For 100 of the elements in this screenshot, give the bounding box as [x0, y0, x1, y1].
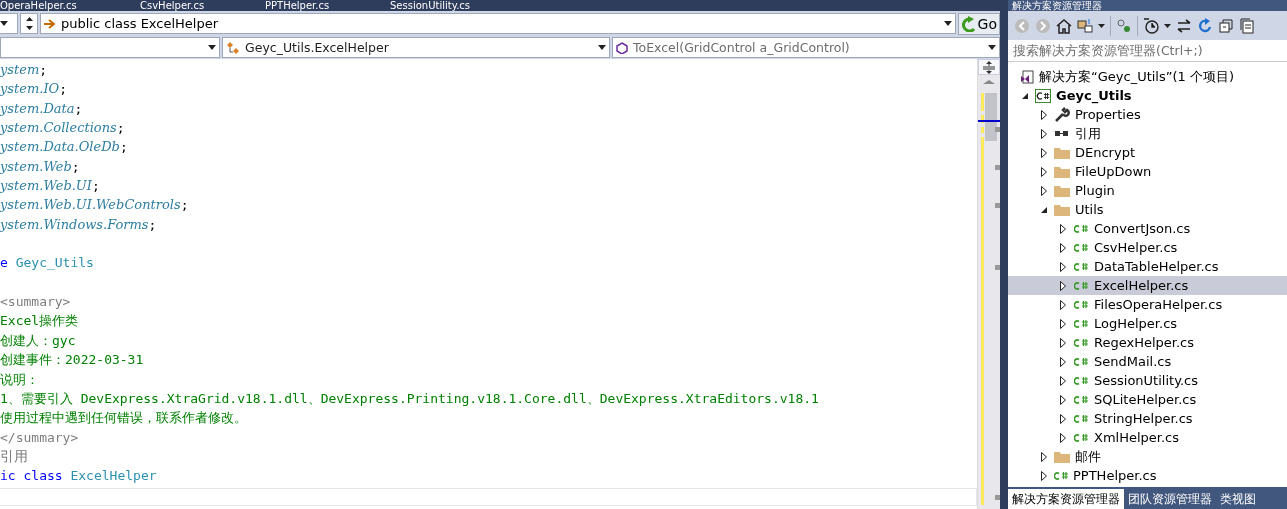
dropdown[interactable]: [0, 13, 18, 34]
collapse-all-icon[interactable]: [1218, 17, 1234, 34]
tree-item[interactable]: Geyc_Utils: [1008, 86, 1287, 105]
swap-icon[interactable]: [1176, 17, 1192, 34]
sync-view-icon[interactable]: [1077, 17, 1093, 34]
code-token: ystem.Data.OleDb: [0, 138, 120, 157]
collapsed-icon: [1041, 147, 1047, 158]
panel-tab[interactable]: 类视图: [1216, 489, 1260, 509]
tree-item[interactable]: LogHelper.cs: [1008, 314, 1287, 333]
tree-item[interactable]: DataTableHelper.cs: [1008, 257, 1287, 276]
tree-item[interactable]: 邮件: [1008, 447, 1287, 466]
code-token: ystem.IO: [0, 80, 60, 99]
csharp-file-icon: [1074, 337, 1088, 348]
folder-icon: [1054, 203, 1070, 216]
folder-icon: [1054, 450, 1070, 463]
expanded-icon: [1040, 205, 1048, 214]
document-tab[interactable]: OperaHelper.cs: [0, 0, 140, 11]
tree-item[interactable]: Plugin: [1008, 181, 1287, 200]
tree-label: 引用: [1075, 124, 1101, 143]
go-button[interactable]: Go: [957, 12, 1000, 35]
tree-item[interactable]: FilesOperaHelper.cs: [1008, 295, 1287, 314]
folder-icon: [1054, 146, 1070, 159]
csharp-file-icon: [1074, 394, 1088, 405]
tree-item[interactable]: StringHelper.cs: [1008, 409, 1287, 428]
code-token: 说明：: [0, 370, 39, 389]
caret-icon: [1098, 23, 1105, 28]
tree-item[interactable]: XmlHelper.cs: [1008, 428, 1287, 447]
tree-item[interactable]: FileUpDown: [1008, 162, 1287, 181]
collapsed-icon: [1060, 413, 1066, 424]
splitter-icon: [983, 60, 995, 74]
tree-label: DEncrypt: [1075, 145, 1135, 160]
tree-item[interactable]: DEncrypt: [1008, 143, 1287, 162]
csharp-file-icon: [1074, 242, 1088, 253]
code-token: ystem.Windows.Forms: [0, 215, 149, 234]
code-token: 使用过程中遇到任何错误，联系作者修改。: [0, 409, 247, 428]
tree-item[interactable]: 引用: [1008, 124, 1287, 143]
panel-tab[interactable]: 团队资源管理器: [1124, 489, 1216, 509]
wrench-icon: [1054, 106, 1070, 123]
code-token: ystem.Web: [0, 157, 72, 176]
csharp-file-icon: [1074, 413, 1088, 424]
home-icon[interactable]: [1056, 17, 1072, 34]
tree-item[interactable]: 解决方案“Geyc_Utils”(1 个项目): [1008, 67, 1287, 86]
tree-item[interactable]: Utils: [1008, 200, 1287, 219]
folder-icon: [1054, 165, 1070, 178]
collapsed-icon: [1041, 470, 1047, 481]
code-token: Excel操作类: [0, 312, 79, 331]
document-tab[interactable]: SessionUtility.cs: [390, 0, 515, 11]
csharp-file-icon: [1074, 356, 1088, 367]
csharp-file-icon: [1074, 432, 1088, 443]
csharp-project-icon: [1035, 88, 1051, 103]
csharp-file-icon: [1074, 318, 1088, 329]
tree-item[interactable]: SQLiteHelper.cs: [1008, 390, 1287, 409]
down-arrow-icon: [25, 26, 33, 31]
csharp-file-icon: [1074, 261, 1088, 272]
history-icon[interactable]: [1143, 17, 1159, 34]
tree-item[interactable]: SessionUtility.cs: [1008, 371, 1287, 390]
caret-icon: [988, 45, 996, 50]
document-tab[interactable]: PPTHelper.cs: [265, 0, 390, 11]
dropdown[interactable]: Geyc_Utils.ExcelHelper: [222, 37, 610, 58]
tree-item[interactable]: CsvHelper.cs: [1008, 238, 1287, 257]
tree-label: PPTHelper.cs: [1073, 468, 1157, 483]
tree-label: XmlHelper.cs: [1094, 430, 1180, 445]
tree-label: ExcelHelper.cs: [1094, 278, 1189, 293]
member-dropdown[interactable]: public class ExcelHelper: [40, 13, 956, 34]
code-token: 创建人：gyc: [0, 331, 76, 350]
tree-item[interactable]: RegexHelper.cs: [1008, 333, 1287, 352]
code-lens[interactable]: 引用: [0, 446, 28, 467]
panel-tab[interactable]: 解决方案资源管理器: [1008, 489, 1124, 509]
code-token: Geyc_Utils: [14, 254, 94, 273]
tree-label: SessionUtility.cs: [1094, 373, 1199, 388]
collapsed-icon: [1060, 261, 1066, 272]
class-icon: [226, 41, 240, 54]
tree-item[interactable]: Properties: [1008, 105, 1287, 124]
tree-label: StringHelper.cs: [1094, 411, 1193, 426]
dropdown[interactable]: ToExcel(GridControl a_GridControl): [612, 37, 1000, 58]
dropdown-label: Geyc_Utils.ExcelHelper: [245, 40, 390, 55]
spin-button[interactable]: [20, 13, 38, 34]
copy-icon[interactable]: [1239, 17, 1255, 34]
tree-item[interactable]: PPTHelper.cs: [1008, 466, 1287, 485]
tree-label: 解决方案“Geyc_Utils”(1 个项目): [1039, 67, 1235, 86]
collapsed-icon: [1060, 318, 1066, 329]
tree-label: CsvHelper.cs: [1094, 240, 1178, 255]
refresh-icon[interactable]: [1197, 17, 1213, 34]
caret-icon: [943, 21, 952, 26]
code-token: ;: [71, 157, 80, 176]
pending-changes-icon[interactable]: [1116, 17, 1132, 34]
code-token: ystem.Web.UI.WebControls: [0, 196, 181, 215]
document-tab[interactable]: CsvHelper.cs: [140, 0, 265, 11]
tree-item[interactable]: ConvertJson.cs: [1008, 219, 1287, 238]
collapsed-icon: [1060, 242, 1066, 253]
up-arrow-icon: [25, 16, 33, 21]
caret-icon: [0, 21, 8, 26]
collapsed-icon: [1060, 356, 1066, 367]
tree-item[interactable]: SendMail.cs: [1008, 352, 1287, 371]
code-token: ystem.Web.UI: [0, 177, 92, 196]
tree-item[interactable]: ExcelHelper.cs: [1008, 276, 1287, 295]
arrow-icon: [44, 18, 56, 29]
search-field[interactable]: 搜索解决方案资源管理器(Ctrl+;): [1008, 40, 1287, 62]
code-token: 1、需要引入 DevExpress.XtraGrid.v18.1.dll、DevExpress.Printing.v18.1.Core.dll、DevExpress.XtraEditors.v18.1: [0, 389, 819, 408]
code-token: <summary>: [0, 293, 71, 312]
